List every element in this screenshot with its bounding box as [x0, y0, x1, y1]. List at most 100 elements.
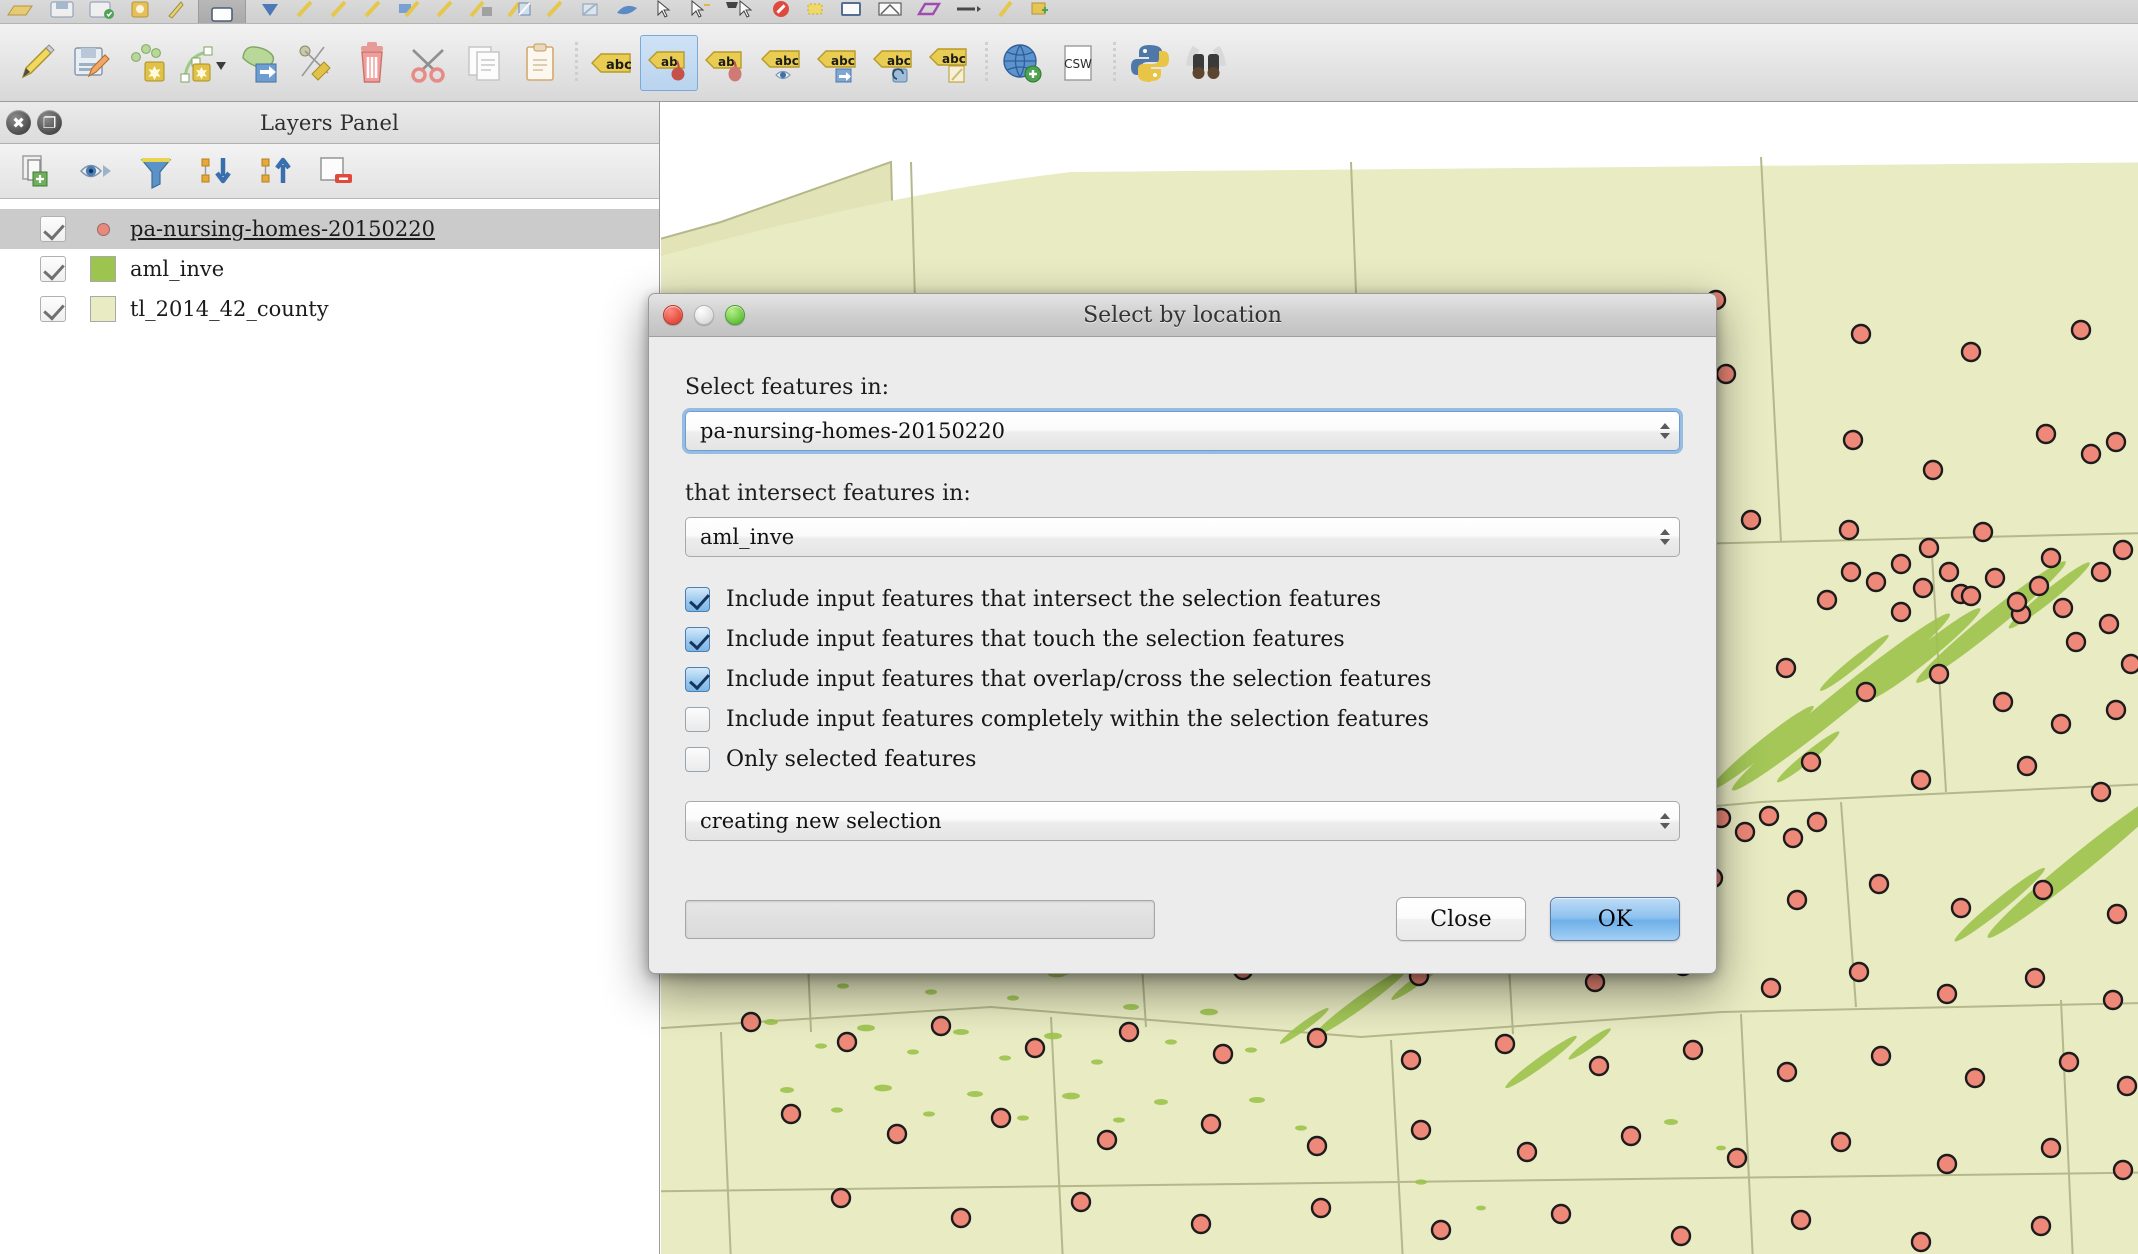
new-shapefile-icon[interactable]: [838, 0, 864, 23]
paste-features-icon[interactable]: [512, 33, 568, 93]
toolbar-separator-2: [978, 40, 994, 86]
svg-text:abc: abc: [775, 54, 799, 68]
node-tool-icon[interactable]: [288, 33, 344, 93]
identify-features-icon[interactable]: [362, 0, 384, 23]
add-vector-layer-icon[interactable]: [1028, 0, 1050, 23]
layers-panel: ✖ ❐ Layers Panel pa-nursing-homes-201502…: [0, 102, 660, 1254]
layer-item-aml-inve[interactable]: aml_inve: [0, 249, 659, 289]
zoom-out-icon[interactable]: [258, 0, 282, 23]
close-button[interactable]: Close: [1396, 897, 1526, 941]
checkbox-touch-label: Include input features that touch the se…: [726, 626, 1345, 652]
checkbox-overlap-cross-label: Include input features that overlap/cros…: [726, 666, 1432, 692]
layer-visibility-checkbox[interactable]: [40, 296, 66, 322]
delete-selected-icon[interactable]: [344, 33, 400, 93]
open-attribute-table-icon[interactable]: [506, 0, 532, 23]
copy-features-icon[interactable]: [456, 33, 512, 93]
add-delimited-text-icon[interactable]: [996, 0, 1016, 23]
save-project-as-icon[interactable]: [88, 0, 116, 23]
save-layer-edits-icon[interactable]: [64, 33, 120, 93]
combobox-stepper[interactable]: [1660, 813, 1670, 829]
highlight-pinned-labels-icon[interactable]: abc: [754, 33, 810, 93]
toggle-editing-icon[interactable]: [8, 33, 64, 93]
selection-mode-combobox[interactable]: creating new selection: [685, 801, 1680, 841]
filter-legend-button[interactable]: [126, 147, 186, 195]
select-features-combobox[interactable]: pa-nursing-homes-20150220: [685, 411, 1680, 451]
new-memory-layer-icon[interactable]: [804, 0, 826, 23]
dialog-body: Select features in: pa-nursing-homes-201…: [649, 337, 1716, 841]
toolbar-separator: [568, 40, 584, 86]
combobox-stepper[interactable]: [1660, 529, 1670, 545]
open-project-icon[interactable]: [6, 0, 36, 23]
cursor-measure-icon[interactable]: [724, 0, 758, 23]
checkbox-only-selected[interactable]: Only selected features: [685, 739, 1680, 779]
python-console-icon[interactable]: [1122, 33, 1178, 93]
select-by-location-dialog[interactable]: Select by location Select features in: p…: [648, 293, 1717, 974]
checkbox-overlap-cross[interactable]: Include input features that overlap/cros…: [685, 659, 1680, 699]
dialog-title: Select by location: [1083, 302, 1282, 328]
layer-name: aml_inve: [130, 257, 225, 281]
new-wcs-layer-icon[interactable]: [954, 0, 984, 23]
new-print-composer-icon[interactable]: [128, 0, 152, 23]
add-feature-line-icon[interactable]: [176, 33, 232, 93]
new-spatialite-icon[interactable]: [876, 0, 904, 23]
pan-selection-icon[interactable]: [614, 0, 640, 23]
stop-rendering-icon[interactable]: [770, 0, 792, 23]
move-label-icon[interactable]: abc: [810, 33, 866, 93]
layer-visibility-checkbox[interactable]: [40, 256, 66, 282]
checkbox-within[interactable]: Include input features completely within…: [685, 699, 1680, 739]
select-features-label: Select features in:: [685, 375, 890, 400]
checkbox-within-box[interactable]: [685, 706, 710, 732]
change-label-icon[interactable]: abc: [922, 33, 978, 93]
pan-map-icon[interactable]: [164, 0, 186, 23]
collapse-all-button[interactable]: [246, 147, 306, 195]
select-features-icon[interactable]: [396, 0, 422, 23]
measure-line-icon[interactable]: [294, 0, 316, 23]
cursor-arrow-plus-icon[interactable]: [686, 0, 712, 23]
show-hide-labels-icon[interactable]: ab: [698, 33, 754, 93]
layer-visibility-checkbox[interactable]: [40, 216, 66, 242]
ok-button[interactable]: OK: [1550, 897, 1680, 941]
new-wms-layer-icon[interactable]: [916, 0, 942, 23]
zoom-in-icon[interactable]: [198, 0, 246, 23]
intersect-features-label: that intersect features in:: [685, 481, 971, 506]
plugin-binoculars-icon[interactable]: [1178, 33, 1234, 93]
pin-labels-icon[interactable]: ab: [640, 34, 698, 91]
layer-labeling-options-icon[interactable]: abc: [584, 33, 640, 93]
expand-all-button[interactable]: [186, 147, 246, 195]
cursor-arrow-icon[interactable]: [652, 0, 674, 23]
save-project-icon[interactable]: [48, 0, 76, 23]
deselect-features-icon[interactable]: [434, 0, 456, 23]
select-by-radius-icon[interactable]: [544, 0, 566, 23]
layers-panel-titlebar: ✖ ❐ Layers Panel: [0, 102, 659, 144]
manage-layer-visibility-button[interactable]: [66, 147, 126, 195]
checkbox-touch-box[interactable]: [685, 626, 710, 652]
svg-text:abc: abc: [606, 58, 632, 73]
layer-item-tl-2014-42-county[interactable]: tl_2014_42_county: [0, 289, 659, 329]
metasearch-globe-icon[interactable]: [994, 33, 1050, 93]
rotate-label-icon[interactable]: abc: [866, 33, 922, 93]
select-by-expression-icon[interactable]: [468, 0, 494, 23]
combobox-stepper[interactable]: [1660, 423, 1670, 439]
measure-area-icon[interactable]: [328, 0, 350, 23]
select-by-polygon-icon[interactable]: [578, 0, 602, 23]
checkbox-only-selected-box[interactable]: [685, 746, 710, 772]
selection-mode-value: creating new selection: [700, 809, 942, 833]
dialog-titlebar[interactable]: Select by location: [649, 294, 1716, 337]
chevron-up-icon: [1660, 813, 1670, 819]
chevron-up-icon: [1660, 423, 1670, 429]
layer-symbol-point: [88, 222, 118, 236]
add-group-button[interactable]: [6, 147, 66, 195]
select-features-value: pa-nursing-homes-20150220: [700, 419, 1005, 443]
checkbox-overlap-cross-box[interactable]: [685, 666, 710, 692]
cut-features-icon[interactable]: [400, 33, 456, 93]
checkbox-intersect[interactable]: Include input features that intersect th…: [685, 579, 1680, 619]
add-feature-point-icon[interactable]: [120, 33, 176, 93]
csw-icon[interactable]: CSW: [1050, 33, 1106, 93]
remove-layer-button[interactable]: [306, 147, 366, 195]
toolbar-region: abc ab ab abc abc abc abc CSW: [0, 0, 2138, 102]
checkbox-intersect-box[interactable]: [685, 586, 710, 612]
intersect-features-combobox[interactable]: aml_inve: [685, 517, 1680, 557]
move-feature-icon[interactable]: [232, 33, 288, 93]
checkbox-touch[interactable]: Include input features that touch the se…: [685, 619, 1680, 659]
layer-item-pa-nursing-homes[interactable]: pa-nursing-homes-20150220: [0, 209, 659, 249]
